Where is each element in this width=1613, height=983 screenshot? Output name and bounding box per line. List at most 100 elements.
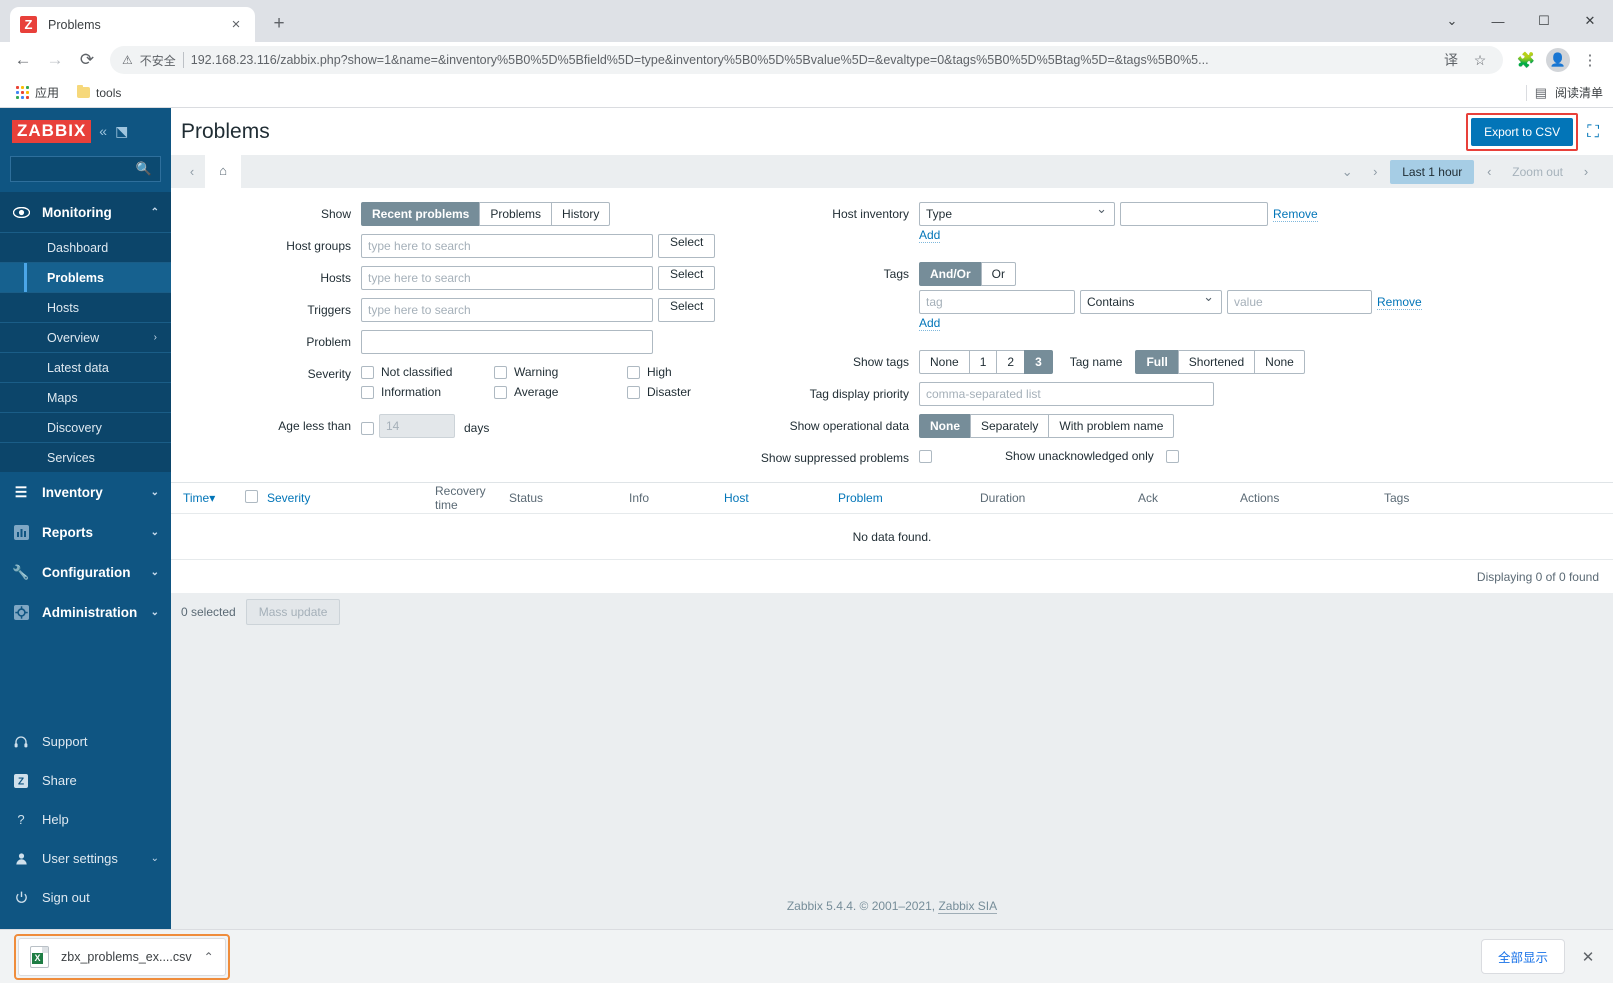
- chevron-up-icon[interactable]: ⌃: [204, 950, 214, 964]
- time-next-icon[interactable]: ›: [1573, 159, 1599, 185]
- sidebar-item-problems[interactable]: Problems: [0, 262, 171, 292]
- search-input[interactable]: [19, 162, 136, 176]
- show-option-recent-problems[interactable]: Recent problems: [361, 202, 481, 226]
- column-header-host[interactable]: Host: [724, 491, 838, 505]
- close-download-bar-icon[interactable]: ✕: [1577, 946, 1599, 968]
- sidebar-item-reports[interactable]: Reports ⌄: [0, 512, 171, 552]
- reading-list-label[interactable]: 阅读清单: [1555, 84, 1603, 101]
- checkbox[interactable]: [627, 365, 640, 379]
- new-tab-button[interactable]: +: [265, 10, 293, 38]
- tag-operator-select[interactable]: Contains: [1080, 289, 1222, 314]
- host-inventory-value-input[interactable]: [1120, 202, 1268, 226]
- tag-name-full[interactable]: Full: [1135, 350, 1179, 374]
- tag-remove-link[interactable]: Remove: [1377, 290, 1422, 311]
- show-tags-1[interactable]: 1: [968, 350, 998, 374]
- show-option-problems[interactable]: Problems: [479, 202, 553, 226]
- bookmark-apps[interactable]: 应用: [10, 81, 65, 104]
- show-tags-2[interactable]: 2: [996, 350, 1026, 374]
- sidebar-item-monitoring[interactable]: Monitoring ⌃: [0, 192, 171, 232]
- hide-sidebar-icon[interactable]: ⬔: [115, 123, 128, 140]
- oper-data-none[interactable]: None: [919, 414, 971, 438]
- bookmark-tools[interactable]: tools: [71, 83, 127, 103]
- problem-input[interactable]: [361, 330, 653, 354]
- host-inventory-add-link[interactable]: Add: [919, 228, 941, 244]
- tag-display-priority-input[interactable]: [919, 382, 1214, 406]
- sidebar-item-maps[interactable]: Maps: [0, 382, 171, 412]
- select-all-checkbox[interactable]: [245, 490, 258, 503]
- hosts-input[interactable]: [361, 266, 653, 290]
- tag-value-input[interactable]: [1227, 290, 1372, 314]
- filter-prev-icon[interactable]: ‹: [179, 159, 205, 185]
- mass-update-button[interactable]: Mass update: [245, 599, 341, 625]
- filter-next-icon[interactable]: ›: [1362, 159, 1388, 185]
- sidebar-item-services[interactable]: Services: [0, 442, 171, 472]
- show-tags-3[interactable]: 3: [1024, 350, 1053, 374]
- sidebar-item-administration[interactable]: Administration ⌄: [0, 592, 171, 632]
- back-icon[interactable]: ←: [8, 45, 38, 75]
- host-inventory-field-select[interactable]: Type: [919, 201, 1115, 226]
- sidebar-item-share[interactable]: Z Share: [0, 761, 171, 800]
- checkbox[interactable]: [494, 385, 507, 399]
- zabbix-sia-link[interactable]: Zabbix SIA: [938, 899, 998, 914]
- extensions-icon[interactable]: 🧩: [1511, 45, 1541, 75]
- tag-name-none[interactable]: None: [1254, 350, 1305, 374]
- tag-name-input[interactable]: [919, 290, 1075, 314]
- hosts-select-button[interactable]: Select: [658, 266, 716, 290]
- oper-data-separately[interactable]: Separately: [970, 414, 1050, 438]
- sidebar-item-configuration[interactable]: 🔧 Configuration ⌄: [0, 552, 171, 592]
- minimize-button[interactable]: —: [1475, 0, 1521, 42]
- host-groups-input[interactable]: [361, 234, 653, 258]
- show-suppressed-checkbox[interactable]: [919, 449, 932, 463]
- bookmark-star-icon[interactable]: ☆: [1469, 49, 1491, 71]
- severity-not-classified[interactable]: Not classified: [361, 362, 494, 382]
- close-window-button[interactable]: ✕: [1567, 0, 1613, 42]
- address-bar[interactable]: ⚠ 不安全 192.168.23.116/zabbix.php?show=1&n…: [110, 46, 1503, 74]
- host-groups-select-button[interactable]: Select: [658, 234, 716, 258]
- collapse-sidebar-icon[interactable]: «: [99, 123, 107, 139]
- sidebar-item-discovery[interactable]: Discovery: [0, 412, 171, 442]
- chevron-down-icon[interactable]: ⌄: [1334, 159, 1360, 185]
- chevron-down-icon[interactable]: ⌄: [1429, 0, 1475, 42]
- column-header-problem[interactable]: Problem: [838, 491, 980, 505]
- reload-icon[interactable]: ⟳: [72, 45, 102, 75]
- tags-eval-and-or[interactable]: And/Or: [919, 262, 982, 286]
- severity-information[interactable]: Information: [361, 382, 494, 402]
- severity-warning[interactable]: Warning: [494, 362, 627, 382]
- time-range-button[interactable]: Last 1 hour: [1390, 159, 1475, 184]
- checkbox[interactable]: [494, 365, 507, 379]
- show-all-downloads-button[interactable]: 全部显示: [1480, 939, 1565, 974]
- filter-home-tab[interactable]: ⌂: [205, 155, 241, 188]
- kiosk-mode-icon[interactable]: ⛶: [1587, 122, 1599, 142]
- sidebar-item-sign-out[interactable]: Sign out: [0, 878, 171, 917]
- tag-add-link[interactable]: Add: [919, 316, 941, 332]
- sidebar-item-help[interactable]: ? Help: [0, 800, 171, 839]
- sidebar-item-latest-data[interactable]: Latest data: [0, 352, 171, 382]
- triggers-input[interactable]: [361, 298, 653, 322]
- sidebar-item-user-settings[interactable]: User settings ⌄: [0, 839, 171, 878]
- forward-icon[interactable]: →: [40, 45, 70, 75]
- translate-icon[interactable]: 译: [1440, 49, 1462, 71]
- download-item[interactable]: X zbx_problems_ex....csv ⌃: [18, 937, 226, 976]
- sidebar-item-overview[interactable]: Overview ›: [0, 322, 171, 352]
- sidebar-search[interactable]: 🔍: [10, 156, 161, 182]
- age-checkbox[interactable]: [361, 422, 374, 435]
- export-to-csv-button[interactable]: Export to CSV: [1471, 117, 1574, 146]
- show-unacknowledged-checkbox[interactable]: [1165, 449, 1179, 463]
- zoom-out-button[interactable]: Zoom out: [1504, 165, 1571, 179]
- show-tags-none[interactable]: None: [919, 350, 970, 374]
- browser-menu-icon[interactable]: ⋮: [1575, 45, 1605, 75]
- severity-average[interactable]: Average: [494, 382, 627, 402]
- checkbox[interactable]: [627, 385, 640, 399]
- browser-tab[interactable]: Z Problems ×: [10, 7, 255, 42]
- zabbix-logo[interactable]: ZABBIX: [12, 119, 92, 143]
- checkbox[interactable]: [361, 365, 374, 379]
- time-prev-icon[interactable]: ‹: [1476, 159, 1502, 185]
- sidebar-item-inventory[interactable]: ☰ Inventory ⌄: [0, 472, 171, 512]
- oper-data-with-problem-name[interactable]: With problem name: [1048, 414, 1175, 438]
- close-icon[interactable]: ×: [227, 16, 245, 34]
- show-option-history[interactable]: History: [551, 202, 611, 226]
- checkbox[interactable]: [361, 385, 374, 399]
- host-inventory-remove-link[interactable]: Remove: [1273, 202, 1318, 223]
- column-header-severity[interactable]: Severity: [267, 491, 435, 505]
- sidebar-item-support[interactable]: Support: [0, 722, 171, 761]
